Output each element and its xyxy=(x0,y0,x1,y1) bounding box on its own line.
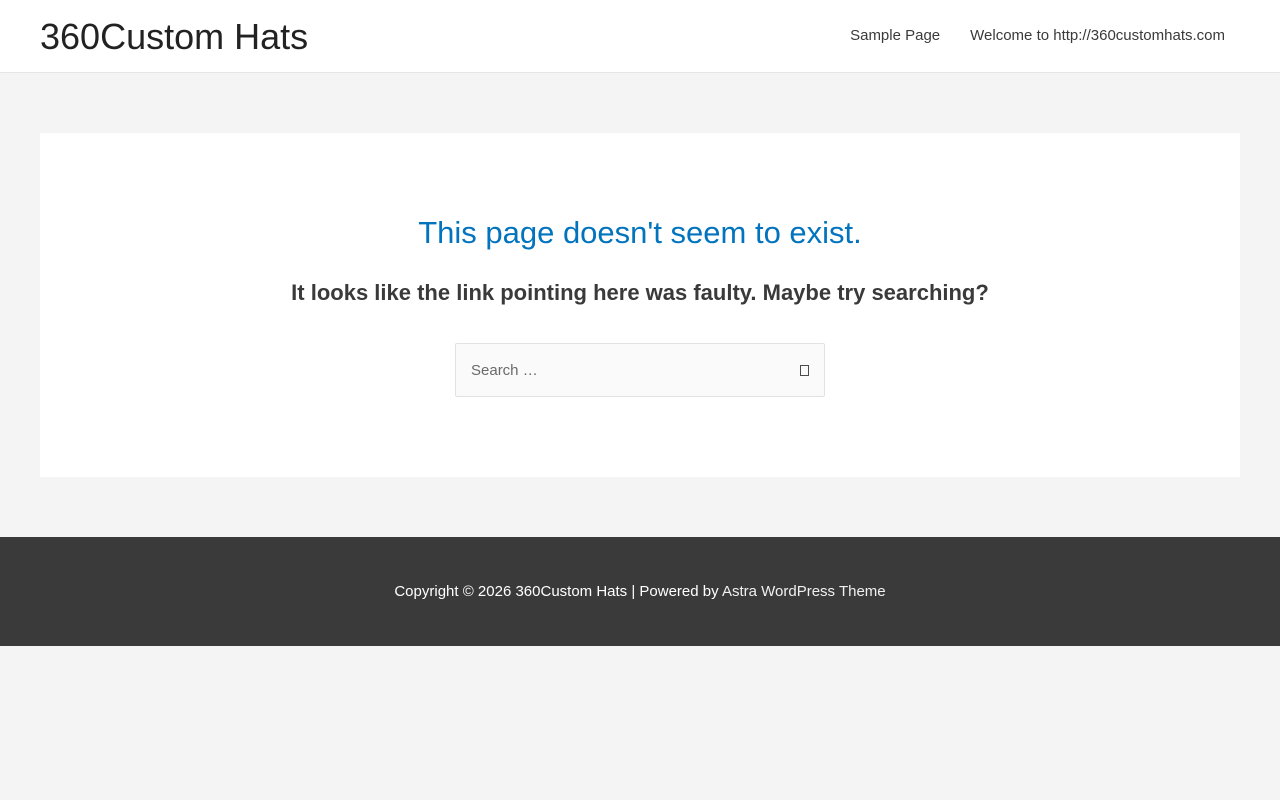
site-header: 360Custom Hats Sample Page Welcome to ht… xyxy=(0,0,1280,73)
page-title: This page doesn't seem to exist. xyxy=(418,215,862,250)
primary-navigation: Sample Page Welcome to http://360customh… xyxy=(835,0,1240,72)
site-footer: Copyright © 2026 360Custom Hats | Powere… xyxy=(0,537,1280,646)
error-message: It looks like the link pointing here was… xyxy=(291,280,989,305)
site-title-link[interactable]: 360Custom Hats xyxy=(40,14,308,60)
nav-item-welcome[interactable]: Welcome to http://360customhats.com xyxy=(955,0,1240,72)
footer-copyright-text: Copyright © 2026 360Custom Hats | Powere… xyxy=(394,583,722,600)
search-submit-button[interactable] xyxy=(796,361,812,379)
footer-theme-link[interactable]: Astra WordPress Theme xyxy=(722,583,886,600)
footer-copyright: Copyright © 2026 360Custom Hats | Powere… xyxy=(0,581,1280,603)
nav-item-sample-page[interactable]: Sample Page xyxy=(835,0,955,72)
search-input[interactable] xyxy=(456,344,776,396)
search-form xyxy=(455,343,825,397)
error-404-section: This page doesn't seem to exist. It look… xyxy=(40,133,1240,477)
search-icon xyxy=(799,365,809,376)
